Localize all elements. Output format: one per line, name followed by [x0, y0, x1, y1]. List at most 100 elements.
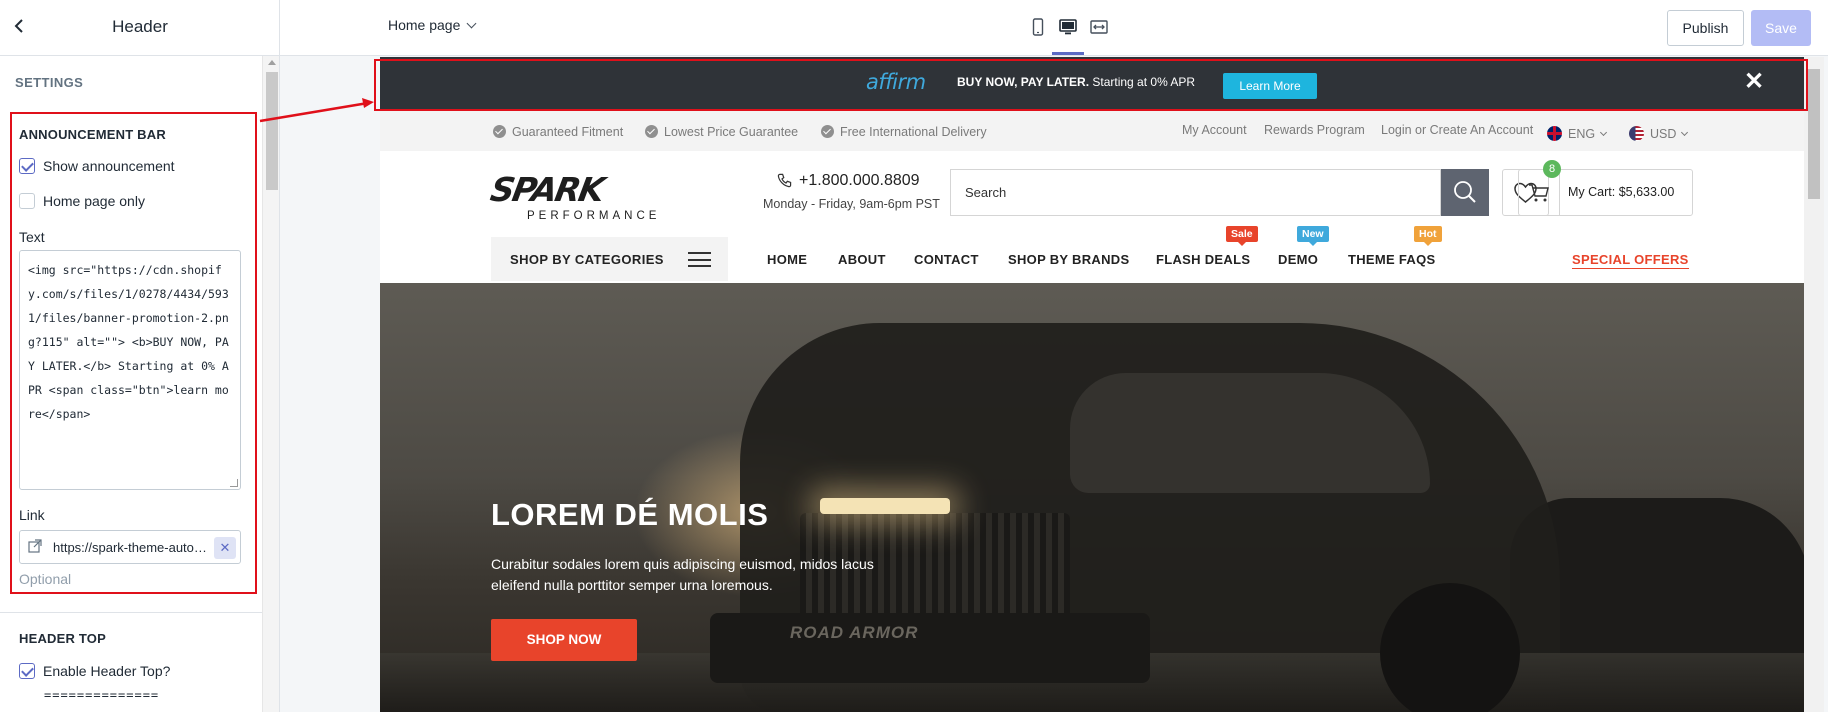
mobile-view-button[interactable]: [1028, 17, 1048, 37]
desktop-view-button[interactable]: [1058, 17, 1078, 37]
text-field-label: Text: [19, 229, 45, 245]
cart-count-badge: 8: [1543, 160, 1561, 178]
home-page-only-checkbox[interactable]: [19, 193, 35, 209]
cart-button[interactable]: My Cart: $5,633.00: [1518, 169, 1693, 216]
sidebar-header: Header: [0, 0, 279, 56]
link-value: https://spark-theme-automotive.myshopify…: [53, 540, 209, 555]
resize-handle-icon[interactable]: [230, 479, 238, 487]
check-circle-icon: [821, 125, 834, 138]
phone-icon: [777, 173, 792, 192]
home-page-only-label: Home page only: [43, 193, 145, 209]
logo-main-text: SPARK: [487, 170, 606, 209]
nav-flash-deals[interactable]: FLASH DEALS: [1156, 252, 1250, 267]
truck-wheel: [1380, 583, 1520, 712]
chevron-down-icon: [1681, 128, 1689, 137]
link-field-label: Link: [19, 507, 45, 523]
nav-about[interactable]: ABOUT: [838, 252, 886, 267]
sidebar-scrollbar[interactable]: [262, 56, 279, 712]
show-announcement-label: Show announcement: [43, 158, 175, 174]
page-selector[interactable]: Home page: [388, 17, 477, 33]
shop-now-button[interactable]: SHOP NOW: [491, 619, 637, 661]
check-circle-icon: [493, 125, 506, 138]
mobile-icon: [1032, 18, 1044, 36]
announcement-section-title: ANNOUNCEMENT BAR: [19, 127, 166, 142]
sale-tag: Sale: [1226, 226, 1258, 246]
chevron-down-icon: [466, 18, 477, 29]
my-account-link[interactable]: My Account: [1182, 123, 1247, 137]
search-placeholder: Search: [965, 185, 1007, 200]
new-tag: New: [1297, 226, 1329, 246]
header-top-bar: Guaranteed Fitment Lowest Price Guarante…: [380, 110, 1804, 151]
preview-scrollbar[interactable]: [1804, 57, 1824, 712]
benefit-label: Guaranteed Fitment: [512, 125, 624, 139]
active-view-indicator: [1052, 52, 1084, 55]
logo-sub-text: PERFORMANCE: [527, 210, 661, 222]
store-logo[interactable]: SPARK PERFORMANCE: [488, 170, 657, 222]
cart-icon: [1529, 184, 1549, 202]
benefit-item: Free International Delivery: [821, 123, 987, 139]
highlight-arrow: [259, 98, 374, 123]
truck-window: [1070, 373, 1430, 493]
nav-shop-by-brands[interactable]: SHOP BY BRANDS: [1008, 252, 1129, 267]
hero-banner: ROAD ARMOR LOREM DÉ MOLIS Curabitur soda…: [380, 283, 1804, 712]
search-icon: [1454, 181, 1476, 203]
settings-label: SETTINGS: [15, 75, 84, 90]
enable-header-top-label: Enable Header Top?: [43, 663, 171, 679]
hamburger-icon: [688, 252, 711, 267]
currency-label: USD: [1650, 127, 1677, 141]
hero-description: Curabitur sodales lorem quis adipiscing …: [491, 556, 874, 593]
categories-label: SHOP BY CATEGORIES: [510, 252, 664, 267]
nav-special-offers[interactable]: SPECIAL OFFERS: [1572, 252, 1689, 269]
clear-icon[interactable]: ✕: [214, 537, 236, 559]
announcement-text-value: <img src="https://cdn.shopify.com/s/file…: [28, 263, 229, 421]
rewards-program-link[interactable]: Rewards Program: [1264, 123, 1365, 137]
header-top-section-title: HEADER TOP: [19, 631, 106, 646]
settings-sidebar: Header SETTINGS ANNOUNCEMENT BAR Show an…: [0, 0, 280, 712]
section-divider: [0, 612, 262, 613]
search-input[interactable]: Search: [950, 169, 1441, 216]
fullwidth-icon: [1090, 20, 1108, 34]
business-hours: Monday - Friday, 9am-6pm PST: [763, 197, 940, 211]
sidebar-title: Header: [112, 17, 168, 36]
sidebar-scroll-thumb[interactable]: [266, 72, 278, 190]
benefit-item: Lowest Price Guarantee: [645, 123, 798, 139]
preview-scroll-thumb[interactable]: [1808, 69, 1820, 199]
benefit-label: Lowest Price Guarantee: [664, 125, 799, 139]
hot-tag: Hot: [1414, 226, 1442, 246]
announcement-text-input[interactable]: <img src="https://cdn.shopify.com/s/file…: [19, 250, 241, 490]
phone-number[interactable]: +1.800.000.8809: [799, 172, 920, 190]
uk-flag-icon: [1547, 126, 1562, 141]
benefit-item: Guaranteed Fitment: [493, 123, 623, 139]
nav-home[interactable]: HOME: [767, 252, 807, 267]
enable-header-top-checkbox[interactable]: [19, 663, 35, 679]
link-help-text: Optional: [19, 571, 72, 587]
hero-title: LOREM DÉ MOLIS: [491, 497, 769, 532]
nav-contact[interactable]: CONTACT: [914, 252, 979, 267]
link-input[interactable]: https://spark-theme-automotive.myshopify…: [19, 530, 241, 564]
login-link[interactable]: Login or Create An Account: [1381, 123, 1533, 137]
fullwidth-view-button[interactable]: [1089, 17, 1109, 37]
publish-button[interactable]: Publish: [1667, 10, 1744, 46]
cart-total: My Cart: $5,633.00: [1568, 185, 1675, 199]
check-circle-icon: [645, 125, 658, 138]
search-button[interactable]: [1441, 169, 1489, 216]
nav-theme-faqs[interactable]: THEME FAQS: [1348, 252, 1436, 267]
truck-light-bar: [820, 498, 950, 514]
external-link-icon: [28, 539, 42, 556]
nav-demo[interactable]: DEMO: [1278, 252, 1318, 267]
language-label: ENG: [1568, 127, 1596, 141]
store-preview: affirm BUY NOW, PAY LATER. Starting at 0…: [380, 57, 1804, 712]
language-selector[interactable]: ENG: [1547, 123, 1608, 141]
announcement-preview-highlight: [374, 59, 1808, 111]
truck-bumper: ROAD ARMOR: [710, 613, 1150, 683]
show-announcement-checkbox[interactable]: [19, 158, 35, 174]
save-button[interactable]: Save: [1751, 10, 1811, 46]
desktop-icon: [1059, 19, 1077, 35]
page-selector-label: Home page: [388, 17, 461, 33]
cart-divider: [1559, 170, 1560, 215]
bumper-text: ROAD ARMOR: [790, 623, 919, 642]
shop-by-categories-button[interactable]: SHOP BY CATEGORIES: [491, 237, 728, 281]
scroll-up-icon[interactable]: [268, 60, 276, 65]
currency-selector[interactable]: USD: [1629, 123, 1689, 141]
chevron-down-icon: [1600, 128, 1608, 137]
